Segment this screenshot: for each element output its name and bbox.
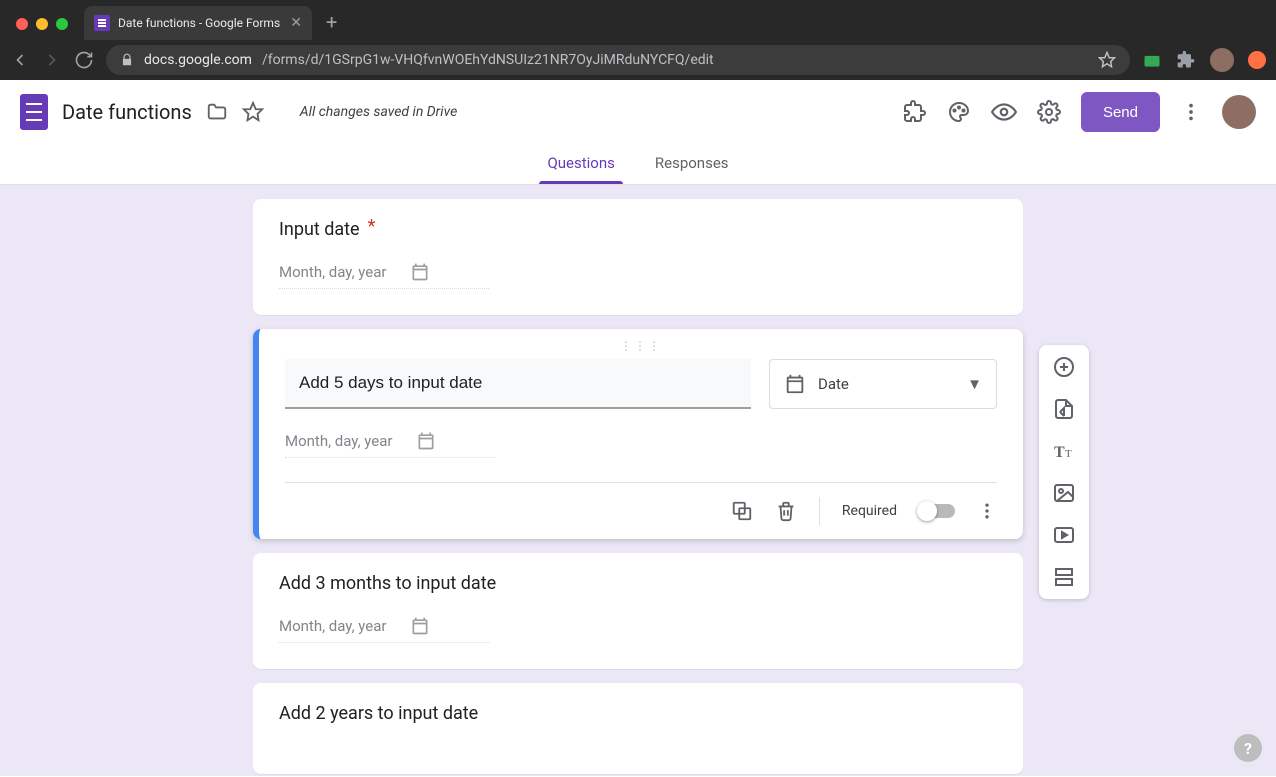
tab-questions[interactable]: Questions <box>545 144 616 184</box>
tab-responses[interactable]: Responses <box>653 144 731 184</box>
forms-header: Date functions All changes saved in Driv… <box>0 80 1276 144</box>
browser-chrome: Date functions - Google Forms ✕ + docs.g… <box>0 0 1276 80</box>
update-badge-icon[interactable] <box>1248 51 1266 69</box>
settings-button[interactable] <box>1037 100 1061 124</box>
new-tab-button[interactable]: + <box>312 10 351 40</box>
date-placeholder: Month, day, year <box>279 617 386 635</box>
question-type-dropdown[interactable]: Date ▼ <box>769 359 997 409</box>
forms-favicon-icon <box>94 15 110 31</box>
palette-button[interactable] <box>947 100 971 124</box>
forms-tabs: Questions Responses <box>0 144 1276 185</box>
date-type-icon <box>784 373 806 395</box>
delete-button[interactable] <box>775 500 797 522</box>
card-footer: Required <box>285 482 997 525</box>
floating-toolbar: TT <box>1039 345 1089 599</box>
date-answer-preview: Month, day, year <box>285 431 495 458</box>
window-close-button[interactable] <box>16 18 28 30</box>
send-button[interactable]: Send <box>1081 92 1160 132</box>
addons-button[interactable] <box>903 100 927 124</box>
svg-text:T: T <box>1065 448 1072 460</box>
calendar-icon <box>410 262 430 282</box>
question-card-input-date[interactable]: Input date * Month, day, year <box>253 199 1023 315</box>
required-toggle[interactable] <box>919 504 955 518</box>
account-avatar[interactable] <box>1222 95 1256 129</box>
lock-icon <box>120 53 134 67</box>
required-indicator: * <box>368 216 376 237</box>
preview-button[interactable] <box>991 99 1017 125</box>
url-host: docs.google.com <box>144 52 252 68</box>
url-path: /forms/d/1GSrpG1w-VHQfvnWOEhYdNSUIz21NR7… <box>262 52 714 68</box>
window-minimize-button[interactable] <box>36 18 48 30</box>
add-question-button[interactable] <box>1052 355 1076 379</box>
profile-avatar-chrome[interactable] <box>1210 48 1234 72</box>
question-title: Add 2 years to input date <box>279 703 997 724</box>
more-menu-button[interactable] <box>1180 101 1202 123</box>
question-type-label: Date <box>818 375 849 393</box>
calendar-icon <box>416 431 436 451</box>
extension-icon[interactable] <box>1142 50 1162 70</box>
extensions-button[interactable] <box>1176 50 1196 70</box>
caret-down-icon: ▼ <box>967 375 982 393</box>
bookmark-star-icon[interactable] <box>1098 51 1116 69</box>
add-image-button[interactable] <box>1052 481 1076 505</box>
address-bar[interactable]: docs.google.com/forms/d/1GSrpG1w-VHQfvnW… <box>106 45 1130 75</box>
question-more-menu[interactable] <box>977 501 997 521</box>
help-button[interactable]: ? <box>1234 734 1262 762</box>
question-title: Input date <box>279 219 360 240</box>
star-button[interactable] <box>242 101 264 123</box>
add-title-button[interactable]: TT <box>1052 439 1076 463</box>
required-label: Required <box>842 503 897 519</box>
document-title[interactable]: Date functions <box>62 100 192 124</box>
question-card-add-2-years[interactable]: Add 2 years to input date <box>253 683 1023 774</box>
browser-forward-button[interactable] <box>42 50 62 70</box>
duplicate-button[interactable] <box>731 500 753 522</box>
save-status: All changes saved in Drive <box>300 104 457 120</box>
import-questions-button[interactable] <box>1052 397 1076 421</box>
tab-title: Date functions - Google Forms <box>118 16 280 30</box>
tab-close-button[interactable]: ✕ <box>290 15 302 31</box>
browser-reload-button[interactable] <box>74 50 94 70</box>
date-placeholder: Month, day, year <box>285 432 392 450</box>
question-title: Add 3 months to input date <box>279 573 997 594</box>
date-answer-preview: Month, day, year <box>279 616 489 643</box>
browser-back-button[interactable] <box>10 50 30 70</box>
question-card-add-5-days[interactable]: ⋮⋮⋮ Date ▼ Month, day, year <box>253 329 1023 539</box>
window-controls <box>8 18 80 40</box>
add-video-button[interactable] <box>1052 523 1076 547</box>
question-title-input[interactable] <box>285 359 751 409</box>
date-placeholder: Month, day, year <box>279 263 386 281</box>
svg-text:T: T <box>1054 444 1065 461</box>
question-card-add-3-months[interactable]: Add 3 months to input date Month, day, y… <box>253 553 1023 669</box>
move-to-folder-button[interactable] <box>206 101 228 123</box>
divider <box>819 497 820 525</box>
date-answer-preview: Month, day, year <box>279 262 489 289</box>
window-maximize-button[interactable] <box>56 18 68 30</box>
forms-logo-icon[interactable] <box>20 94 48 130</box>
add-section-button[interactable] <box>1052 565 1076 589</box>
editor-canvas: Input date * Month, day, year ⋮⋮⋮ Date <box>0 185 1276 776</box>
browser-tab-active[interactable]: Date functions - Google Forms ✕ <box>84 6 312 40</box>
calendar-icon <box>410 616 430 636</box>
drag-handle-icon[interactable]: ⋮⋮⋮ <box>285 339 997 353</box>
